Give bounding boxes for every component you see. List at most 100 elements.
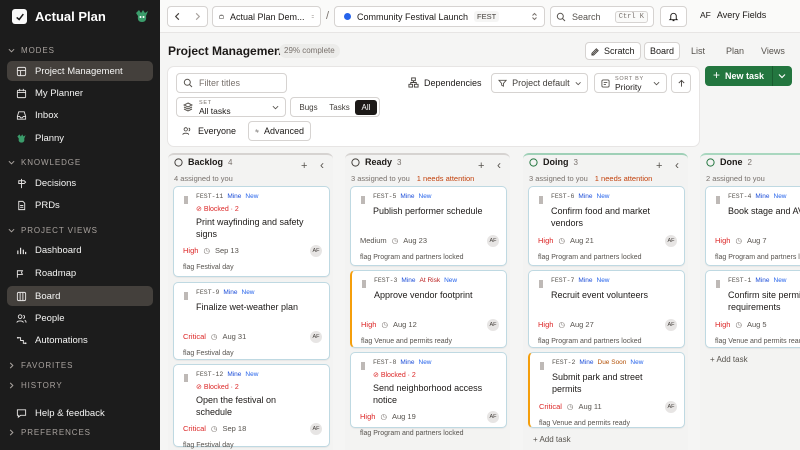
- drag-handle-icon[interactable]: [539, 196, 543, 204]
- task-card[interactable]: FEST-11 Mine New ⊘ Blocked · 2 Print wayfind…: [173, 186, 330, 277]
- tab-views[interactable]: Views: [756, 42, 790, 60]
- section-knowledge[interactable]: KNOWLEDGE: [8, 158, 81, 167]
- task-card[interactable]: FEST-4MineNew Book stage and AV supplier H…: [705, 186, 800, 266]
- assignee-avatar[interactable]: AF: [665, 319, 677, 331]
- sidebar-item-board[interactable]: Board: [7, 286, 153, 306]
- collapse-column-icon[interactable]: ‹: [675, 159, 679, 171]
- task-card[interactable]: FEST-1 Mine New Confirm site permit require…: [705, 270, 800, 348]
- new-task-button[interactable]: + New task: [705, 66, 792, 86]
- badge-mine: Mine: [578, 277, 593, 284]
- assignee-filter[interactable]: Everyone: [182, 126, 236, 136]
- filter-titles-input[interactable]: Filter titles: [176, 73, 287, 93]
- add-card-icon[interactable]: +: [656, 161, 662, 172]
- task-card[interactable]: FEST-6 Mine New Confirm food and market ven…: [528, 186, 685, 266]
- tab-list[interactable]: List: [686, 42, 710, 60]
- column-title: Ready: [365, 157, 393, 167]
- task-card[interactable]: FEST-7 Mine New Recruit event volunteers Hig…: [528, 270, 685, 348]
- document-icon: [18, 200, 26, 210]
- sidebar-item-label: Automations: [35, 334, 88, 346]
- type-bugs[interactable]: Bugs: [293, 103, 324, 112]
- sidebar-item-dashboard[interactable]: Dashboard: [7, 240, 153, 260]
- sort-select[interactable]: SORT BY Priority: [594, 73, 667, 93]
- blocked-icon: ⊘: [196, 206, 204, 213]
- assignee-avatar[interactable]: AF: [487, 235, 499, 247]
- sidebar-item-inbox[interactable]: Inbox: [7, 105, 153, 125]
- add-task-link[interactable]: + Add task: [533, 435, 571, 444]
- task-meta: High ◷ Aug 7: [715, 236, 767, 245]
- user-menu[interactable]: AF Avery Fields: [700, 10, 766, 20]
- type-tasks[interactable]: Tasks: [324, 103, 355, 112]
- collapse-column-icon[interactable]: ‹: [320, 159, 324, 171]
- task-card[interactable]: FEST-2 Mine Due Soon New Submit park and str…: [528, 352, 685, 428]
- tab-plan[interactable]: Plan: [721, 42, 749, 60]
- dependencies-toggle[interactable]: Dependencies: [408, 77, 482, 88]
- workspace-switcher[interactable]: Actual Plan Dem...: [212, 6, 321, 27]
- section-favorites[interactable]: FAVORITES: [8, 361, 73, 370]
- project-default-select[interactable]: Project default: [491, 73, 588, 93]
- sidebar-item-project-management[interactable]: Project Management: [7, 61, 153, 81]
- add-card-icon[interactable]: +: [478, 161, 484, 172]
- task-card[interactable]: FEST-9 Mine New Finalize wet-weather plan Cr…: [173, 282, 330, 360]
- task-card[interactable]: FEST-5 Mine New Publish performer schedule M…: [350, 186, 507, 266]
- sidebar-item-my-planner[interactable]: My Planner: [7, 83, 153, 103]
- add-card-icon[interactable]: +: [301, 161, 307, 172]
- card-id-row: FEST-11 Mine New: [196, 193, 258, 200]
- sidebar-item-automations[interactable]: Automations: [7, 330, 153, 350]
- task-card[interactable]: FEST-12 Mine New ⊘ Blocked · 2 Open the fest…: [173, 364, 330, 449]
- assignee-avatar[interactable]: AF: [665, 235, 677, 247]
- assigned-count: 2 assigned to you: [706, 174, 765, 183]
- section-project-views[interactable]: PROJECT VIEWS: [8, 226, 98, 235]
- search-box[interactable]: Search Ctrl K: [550, 6, 654, 27]
- task-id: FEST-11: [196, 193, 224, 200]
- assignee-avatar[interactable]: AF: [487, 411, 499, 423]
- assignee-avatar[interactable]: AF: [310, 245, 322, 257]
- scratch-button[interactable]: Scratch: [585, 42, 641, 60]
- badge-at-risk: At Risk: [419, 277, 441, 284]
- sidebar-item-label: Decisions: [35, 177, 77, 189]
- drag-handle-icon[interactable]: [540, 362, 544, 370]
- tab-board[interactable]: Board: [644, 42, 681, 60]
- task-card[interactable]: FEST-8 Mine New ⊘ Blocked · 2 Send neighborh…: [350, 352, 507, 437]
- section-modes[interactable]: MODES: [8, 46, 55, 55]
- add-task-link[interactable]: + Add task: [710, 355, 748, 364]
- drag-handle-icon[interactable]: [539, 280, 543, 288]
- collapse-column-icon[interactable]: ‹: [497, 159, 501, 171]
- assignee-avatar[interactable]: AF: [310, 331, 322, 343]
- sidebar-item-planny[interactable]: Planny: [7, 128, 153, 148]
- task-card[interactable]: FEST-3 Mine At Risk New Approve vendor footp…: [350, 270, 507, 348]
- section-history[interactable]: HISTORY: [8, 381, 63, 390]
- user-initials: AF: [700, 10, 711, 20]
- drag-handle-icon[interactable]: [716, 280, 720, 288]
- sidebar-item-decisions[interactable]: Decisions: [7, 173, 153, 193]
- drag-handle-icon[interactable]: [361, 362, 365, 370]
- drag-handle-icon[interactable]: [361, 196, 365, 204]
- brand[interactable]: Actual Plan: [12, 9, 106, 24]
- assignee-avatar[interactable]: AF: [665, 401, 677, 413]
- assignee-value: Everyone: [198, 126, 237, 136]
- notifications-button[interactable]: [660, 6, 687, 27]
- drag-handle-icon[interactable]: [716, 196, 720, 204]
- section-preferences[interactable]: PREFERENCES: [8, 428, 91, 437]
- set-select[interactable]: SET All tasks: [176, 97, 286, 117]
- type-all[interactable]: All: [355, 99, 377, 115]
- sidebar-item-roadmap[interactable]: Roadmap: [7, 263, 153, 283]
- sidebar-item-help[interactable]: Help & feedback: [7, 403, 153, 423]
- sidebar-item-prds[interactable]: PRDs: [7, 195, 153, 215]
- forward-arrow-icon[interactable]: [193, 12, 202, 21]
- progress-badge: 29% complete: [279, 44, 340, 58]
- sort-direction-button[interactable]: [671, 73, 691, 93]
- task-id: FEST-7: [551, 277, 575, 284]
- drag-handle-icon[interactable]: [184, 374, 188, 382]
- project-switcher[interactable]: Community Festival Launch FEST: [334, 6, 545, 27]
- mascot-icon[interactable]: [134, 8, 150, 24]
- chevron-down-icon[interactable]: [778, 72, 786, 80]
- search-icon: [183, 78, 193, 88]
- assignee-avatar[interactable]: AF: [487, 319, 499, 331]
- advanced-filter-button[interactable]: Advanced: [248, 121, 311, 141]
- drag-handle-icon[interactable]: [184, 196, 188, 204]
- back-arrow-icon[interactable]: [173, 12, 182, 21]
- drag-handle-icon[interactable]: [184, 292, 188, 300]
- assignee-avatar[interactable]: AF: [310, 423, 322, 435]
- drag-handle-icon[interactable]: [362, 280, 366, 288]
- sidebar-item-people[interactable]: People: [7, 308, 153, 328]
